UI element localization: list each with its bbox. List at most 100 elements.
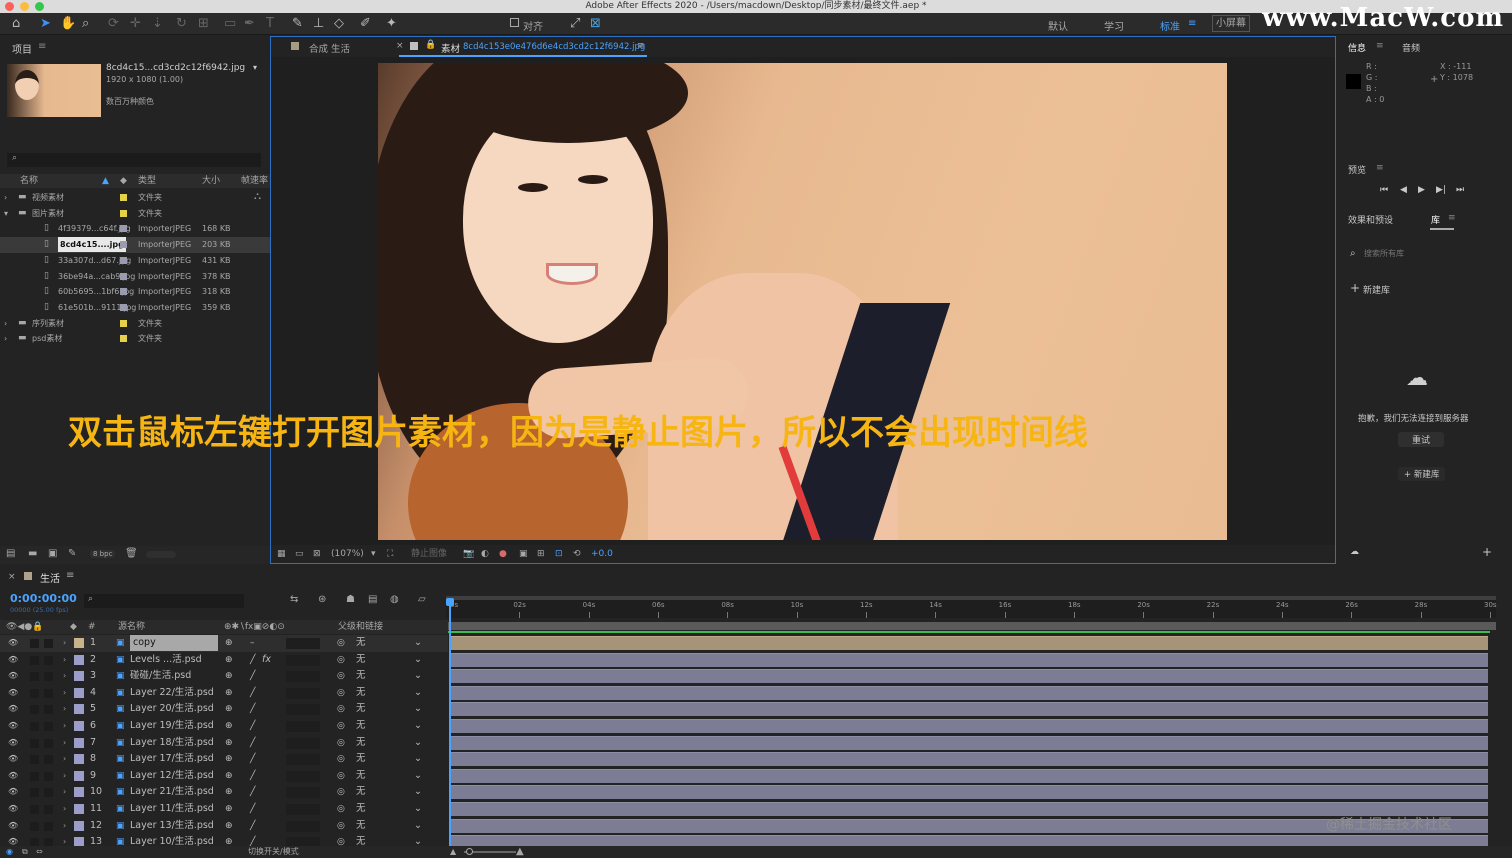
- parent-dropdown-icon[interactable]: ⌄: [414, 668, 422, 684]
- expand-triangle-icon[interactable]: ›: [63, 751, 66, 767]
- pick-whip-icon[interactable]: ◎: [337, 735, 345, 751]
- eye-icon[interactable]: 👁: [8, 685, 18, 701]
- quality-switch-icon[interactable]: ╱: [250, 735, 255, 751]
- eye-icon[interactable]: 👁: [8, 735, 18, 751]
- workspace-default[interactable]: 默认: [1048, 18, 1068, 33]
- layer-name[interactable]: Levels ...活.psd: [130, 652, 202, 668]
- toggle-switches-modes[interactable]: 切换开关/模式: [248, 846, 299, 858]
- orbit-camera-icon[interactable]: ⟳: [108, 16, 119, 32]
- layer-label-swatch[interactable]: [74, 737, 84, 748]
- layer-duration-bar[interactable]: [451, 752, 1488, 767]
- label-column-icon[interactable]: ◆: [120, 174, 127, 188]
- transparency-grid-icon[interactable]: ⊞: [537, 545, 545, 563]
- project-file-row[interactable]: ▯ 8cd4c15....jpg ImporterJPEG 203 KB: [0, 237, 270, 253]
- current-timecode[interactable]: 0:00:00:00: [10, 592, 77, 605]
- shape-tool-icon[interactable]: ▭: [224, 16, 236, 32]
- workspace-small-screen[interactable]: 小屏幕: [1212, 15, 1250, 32]
- layer-name[interactable]: 碰碰/生活.psd: [130, 668, 191, 684]
- lock-icon[interactable]: 🔒: [425, 40, 436, 50]
- parent-dropdown[interactable]: 无: [356, 718, 366, 734]
- selected-file-name[interactable]: 8cd4c15...cd3cd2c12f6942.jpg: [106, 63, 245, 73]
- workspace-learn[interactable]: 学习: [1104, 18, 1124, 33]
- graph-editor-icon[interactable]: ▱: [418, 594, 426, 605]
- lock-box[interactable]: [44, 738, 53, 748]
- layer-duration-bar[interactable]: [451, 785, 1488, 800]
- label-swatch[interactable]: [120, 303, 127, 311]
- add-icon[interactable]: +: [1350, 281, 1360, 295]
- column-type[interactable]: 类型: [138, 174, 156, 188]
- expand-triangle-icon[interactable]: ›: [63, 768, 66, 784]
- shy-layers-icon[interactable]: ☗: [346, 594, 355, 605]
- shy-switch-icon[interactable]: ⊕: [225, 801, 233, 817]
- layer-row[interactable]: 👁 › 8 ▣ Layer 17/生活.psd ⊕ ╱ ◎ 无 ⌄: [0, 751, 448, 768]
- pick-whip-icon[interactable]: ◎: [337, 801, 345, 817]
- layer-label-swatch[interactable]: [74, 671, 84, 682]
- motion-blur-icon[interactable]: ◍: [390, 594, 399, 605]
- layer-name[interactable]: Layer 13/生活.psd: [130, 818, 214, 834]
- expand-triangle-icon[interactable]: ›: [63, 718, 66, 734]
- mode-switch-boxes[interactable]: [286, 638, 320, 649]
- solo-box[interactable]: [30, 788, 39, 798]
- lock-box[interactable]: [44, 805, 53, 814]
- puppet-pin-icon[interactable]: ✦: [386, 16, 397, 32]
- timeline-comp-tab[interactable]: 生活: [40, 570, 60, 585]
- parent-dropdown-icon[interactable]: ⌄: [414, 701, 422, 717]
- layer-label-swatch[interactable]: [74, 721, 84, 731]
- fit-icon[interactable]: ⛶: [387, 545, 393, 563]
- lock-box[interactable]: [44, 639, 53, 648]
- mode-switch-boxes[interactable]: [286, 804, 320, 815]
- close-window-button[interactable]: [5, 2, 14, 11]
- quality-switch-icon[interactable]: –: [250, 635, 255, 651]
- pick-whip-icon[interactable]: ◎: [337, 751, 345, 767]
- project-file-row[interactable]: ▯ 36be94a...cab9.jpg ImporterJPEG 378 KB: [0, 269, 270, 285]
- pick-whip-icon[interactable]: ◎: [337, 685, 345, 701]
- project-search-input[interactable]: ⌕: [7, 153, 261, 167]
- layer-duration-bar[interactable]: [451, 685, 1488, 700]
- layer-switches-toggle-icon[interactable]: ◉: [6, 846, 13, 858]
- playhead[interactable]: [449, 598, 451, 848]
- column-size[interactable]: 大小: [202, 174, 220, 188]
- layer-row[interactable]: 👁 › 10 ▣ Layer 21/生活.psd ⊕ ╱ ◎ 无 ⌄: [0, 784, 448, 801]
- shy-switch-icon[interactable]: ⊕: [225, 751, 233, 767]
- parent-link-header[interactable]: 父级和链接: [338, 620, 383, 634]
- project-folder-row[interactable]: ▾ ▬ 图片素材 文件夹: [0, 206, 270, 222]
- layer-row[interactable]: 👁 › 12 ▣ Layer 13/生活.psd ⊕ ╱ ◎ 无 ⌄: [0, 818, 448, 835]
- source-name-header[interactable]: 源名称: [118, 620, 145, 634]
- snapshot-icon[interactable]: 📷: [463, 545, 474, 563]
- mode-switch-boxes[interactable]: [286, 687, 320, 699]
- label-swatch[interactable]: [120, 225, 127, 233]
- layer-label-swatch[interactable]: [74, 770, 84, 781]
- solo-box[interactable]: [30, 805, 39, 814]
- zoom-dropdown-icon[interactable]: ▾: [371, 545, 376, 563]
- label-swatch[interactable]: [120, 319, 127, 327]
- layer-name[interactable]: Layer 12/生活.psd: [130, 768, 214, 784]
- mask-visibility-icon[interactable]: ⊠: [313, 545, 321, 563]
- bpc-button[interactable]: 8 bpc: [90, 550, 116, 558]
- playhead-handle[interactable]: [446, 598, 454, 606]
- shy-switch-icon[interactable]: ⊕: [225, 768, 233, 784]
- solo-box[interactable]: [30, 672, 39, 682]
- layer-label-swatch[interactable]: [74, 704, 84, 715]
- preview-menu-icon[interactable]: ≡: [1376, 163, 1384, 173]
- layer-label-swatch[interactable]: [74, 804, 84, 814]
- layer-label-swatch[interactable]: [74, 687, 84, 698]
- panel-menu-icon[interactable]: ≡: [38, 41, 46, 52]
- home-icon[interactable]: ⌂: [12, 16, 20, 32]
- eye-icon[interactable]: 👁: [8, 801, 18, 817]
- expand-triangle-icon[interactable]: ›: [63, 685, 66, 701]
- play-icon[interactable]: ▶: [1418, 185, 1425, 195]
- stretch-toggle-icon[interactable]: ⇔: [36, 846, 43, 858]
- tab-composition[interactable]: 合成 生活: [309, 41, 350, 55]
- parent-dropdown-icon[interactable]: ⌄: [414, 751, 422, 767]
- expand-triangle-icon[interactable]: ›: [63, 735, 66, 751]
- minimize-window-button[interactable]: [20, 2, 29, 11]
- frame-blending-icon[interactable]: ▤: [368, 594, 377, 605]
- shy-switch-icon[interactable]: ⊕: [225, 784, 233, 800]
- parent-dropdown-icon[interactable]: ⌄: [414, 652, 422, 668]
- label-swatch[interactable]: [120, 288, 127, 296]
- layer-name[interactable]: Layer 21/生活.psd: [130, 784, 214, 800]
- expand-triangle-icon[interactable]: ›: [63, 784, 66, 800]
- parent-dropdown[interactable]: 无: [356, 768, 366, 784]
- monitor-icon[interactable]: ▭: [295, 545, 304, 563]
- disclosure-triangle-icon[interactable]: ›: [4, 190, 7, 205]
